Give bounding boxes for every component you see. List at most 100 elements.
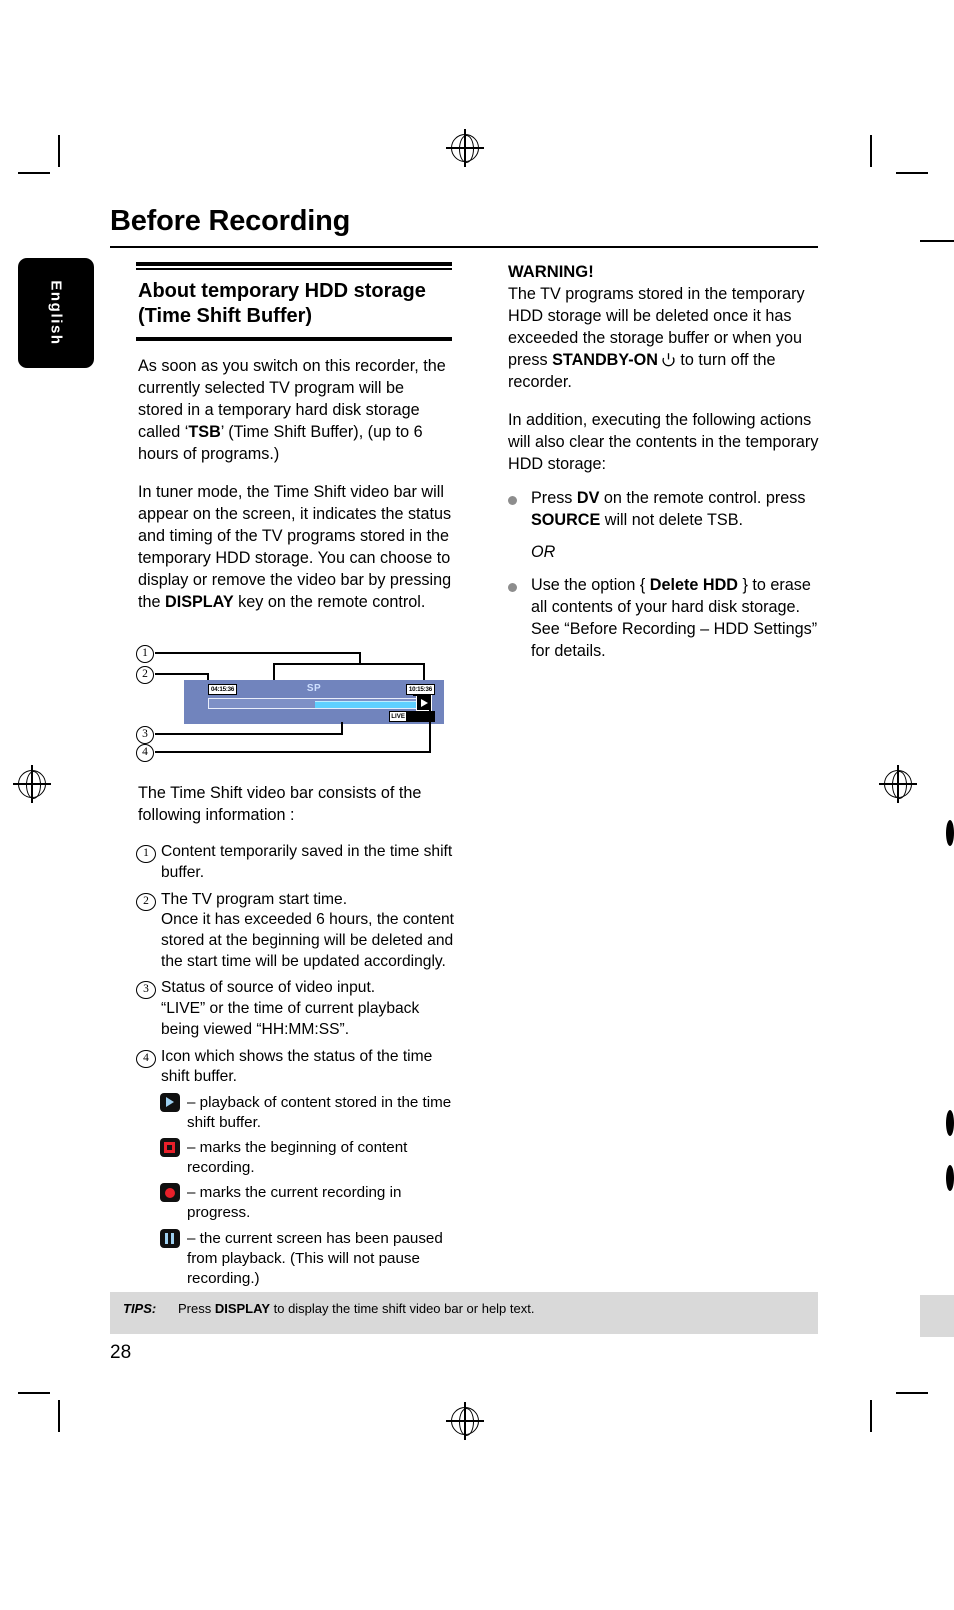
stop-icon <box>160 1138 180 1158</box>
leader-line-1-tick-a <box>273 663 275 680</box>
or-separator: OR <box>531 543 556 562</box>
document-page: Before Recording English About temporary… <box>0 0 954 1610</box>
list-intro: The Time Shift video bar consists of the… <box>138 784 422 825</box>
paragraph-tsb-intro: As soon as you switch on this recorder, … <box>138 356 446 463</box>
edge-tick-right-4 <box>946 1165 954 1191</box>
diagram-callout-3: 3 <box>136 726 154 744</box>
bullet-item-text: Use the option { Delete HDD } to erase a… <box>531 574 822 662</box>
icon-legend-text: – the current screen has been paused fro… <box>187 1229 443 1287</box>
language-tab-label: English <box>47 280 65 346</box>
edge-tick-right-1 <box>920 240 954 242</box>
paragraph-tuner-mode-part-b: key on the remote control. <box>233 593 426 611</box>
edge-tick-right-2 <box>946 820 954 846</box>
list-item-text: The TV program start time. <box>161 890 348 908</box>
language-tab: English <box>18 258 94 368</box>
list-item-subtext: Once it has exceeded 6 hours, the conten… <box>161 911 455 970</box>
leader-line-4-riser <box>429 694 431 752</box>
tips-pre: Press <box>178 1301 215 1316</box>
bullet-item: Use the option { Delete HDD } to erase a… <box>508 574 822 662</box>
leader-line-3-horizontal <box>155 733 343 735</box>
leader-line-4-horizontal <box>155 751 431 753</box>
list-item: 2 The TV program start time. Once it has… <box>136 890 454 973</box>
diagram-callout-4: 4 <box>136 744 154 762</box>
time-shift-video-bar: 04:15:36 SP 10:15:36 LIVE <box>184 680 444 724</box>
warning-heading: WARNING! <box>508 262 594 281</box>
paragraph-tuner-mode: In tuner mode, the Time Shift video bar … <box>138 481 452 613</box>
icon-legend-row: – the current screen has been paused fro… <box>160 1228 454 1289</box>
section-rule-bottom <box>136 336 452 341</box>
tips-text: Press DISPLAY to display the time shift … <box>178 1301 534 1316</box>
page-title: Before Recording <box>110 205 351 237</box>
leader-line-1-horizontal <box>155 652 361 654</box>
bullet-dot-icon <box>508 583 517 593</box>
crop-mark-bottom-right-h <box>896 1392 928 1394</box>
bullet-item: Press DV on the remote control. press SO… <box>508 487 822 531</box>
page-number: 28 <box>110 1342 132 1363</box>
tips-post: to display the time shift video bar or h… <box>270 1301 535 1316</box>
crop-mark-top-right-v <box>870 135 872 167</box>
play-icon <box>160 1093 180 1113</box>
crop-mark-bottom-left-h <box>18 1392 50 1394</box>
power-icon <box>661 352 676 367</box>
term-tsb: TSB <box>188 422 221 441</box>
list-item-text: Status of source of video input. <box>161 979 376 997</box>
tips-bar: TIPS: Press DISPLAY to display the time … <box>110 1292 818 1334</box>
list-item-text: Icon which shows the status of the time … <box>161 1047 433 1086</box>
diagram-callout-1: 1 <box>136 645 154 663</box>
edge-tick-right-5 <box>920 1295 954 1337</box>
right-column: WARNING! The TV programs stored in the t… <box>506 262 822 662</box>
menu-option-delete-hdd: Delete HDD <box>649 576 738 595</box>
time-shift-video-bar-diagram: 1 2 3 4 04:15:36 SP 10:15:36 LIVE <box>136 644 452 764</box>
bullet-1-mid: on the remote control. press <box>599 489 806 508</box>
section-heading: About temporary HDD storage (Time Shift … <box>138 279 426 328</box>
paragraph-tuner-mode-part-a: In tuner mode, the Time Shift video bar … <box>138 482 452 611</box>
edge-tick-right-3 <box>946 1110 954 1136</box>
list-item: 1 Content temporarily saved in the time … <box>136 842 454 883</box>
list-item: 3 Status of source of video input. “LIVE… <box>136 978 454 1040</box>
header-divider <box>110 246 818 248</box>
bullet-item-text: Press DV on the remote control. press SO… <box>531 487 822 531</box>
video-bar-progress-fill <box>314 701 418 708</box>
registration-mark-right <box>879 765 917 803</box>
registration-mark-top <box>446 129 484 167</box>
registration-mark-bottom <box>446 1402 484 1440</box>
leader-line-1-tick-b <box>423 663 425 680</box>
warning-paragraph-2: In addition, executing the following act… <box>508 411 819 474</box>
video-bar-live-block <box>407 711 435 722</box>
list-item: 4 Icon which shows the status of the tim… <box>136 1047 454 1088</box>
bullet-1-post: will not delete TSB. <box>600 511 744 530</box>
video-bar-progress-track <box>208 698 430 709</box>
crop-mark-top-right-h <box>896 172 928 174</box>
pause-icon <box>160 1228 180 1248</box>
crop-mark-bottom-left-v <box>58 1400 60 1432</box>
list-item-number: 4 <box>136 1049 156 1068</box>
icon-legend-row: – playback of content stored in the time… <box>160 1093 454 1133</box>
leader-line-4-tip <box>413 694 431 696</box>
leader-line-3-riser <box>341 722 343 734</box>
section-rule-top-thick <box>136 262 452 266</box>
registration-mark-left <box>13 765 51 803</box>
crop-mark-top-left-h <box>18 172 50 174</box>
key-dv: DV <box>576 489 600 508</box>
bullet-1-pre: Press <box>531 489 577 508</box>
record-icon <box>160 1183 180 1203</box>
key-standby-on: STANDBY-ON <box>552 351 658 370</box>
list-item-subtext: “LIVE” or the time of current playback b… <box>161 1000 420 1038</box>
section-rule-top-thin <box>136 268 452 270</box>
leader-line-1-branch <box>273 663 425 665</box>
diagram-callout-2: 2 <box>136 666 154 684</box>
key-source: SOURCE <box>531 511 601 530</box>
icon-legend-row: – marks the beginning of content recordi… <box>160 1138 454 1178</box>
list-item-number: 3 <box>136 981 156 1000</box>
video-bar-legend-section: The Time Shift video bar consists of the… <box>136 782 454 1289</box>
key-display-tips: DISPLAY <box>214 1301 270 1316</box>
crop-mark-top-left-v <box>58 135 60 167</box>
icon-legend-text: – marks the beginning of content recordi… <box>187 1139 408 1177</box>
video-bar-live-label: LIVE <box>389 711 407 722</box>
list-item-text: Content temporarily saved in the time sh… <box>161 843 453 881</box>
crop-mark-bottom-right-v <box>870 1400 872 1432</box>
leader-line-2-horizontal <box>155 673 209 675</box>
list-item-number: 2 <box>136 892 156 911</box>
tips-label: TIPS: <box>123 1301 157 1316</box>
key-display: DISPLAY <box>165 593 234 611</box>
